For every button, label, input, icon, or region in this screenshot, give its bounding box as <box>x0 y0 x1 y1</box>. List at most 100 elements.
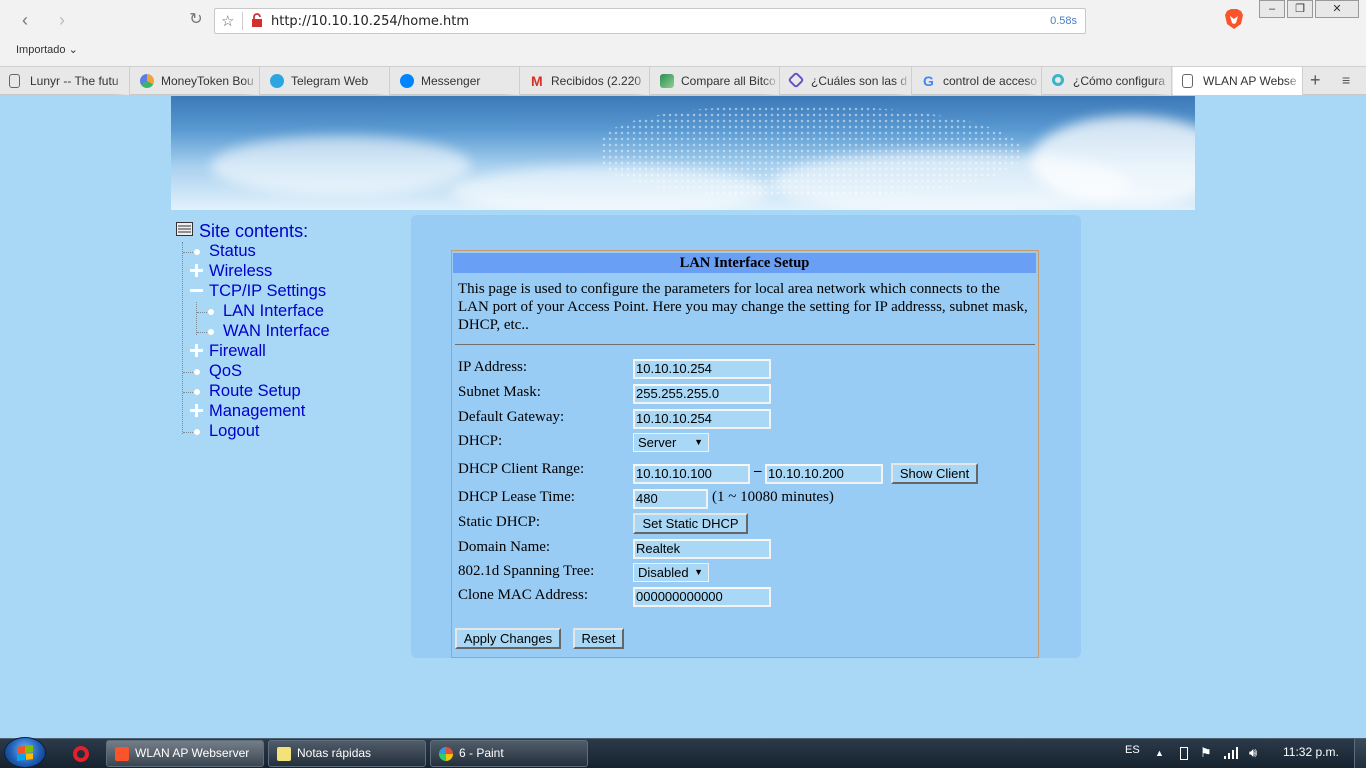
minimize-window-button[interactable]: – <box>1259 0 1285 18</box>
telegram-icon <box>270 74 284 88</box>
volume-icon[interactable]: 🔊︎ <box>1249 745 1257 761</box>
site-contents-icon <box>176 222 193 236</box>
dhcp-label: DHCP: <box>458 433 503 449</box>
tab-label: Messenger <box>421 74 481 88</box>
forward-button[interactable]: › <box>52 10 72 30</box>
ip-address-input[interactable]: 10.10.10.254 <box>633 359 771 379</box>
tab-label: Lunyr -- The futu <box>30 74 119 88</box>
start-button[interactable] <box>4 737 46 768</box>
bullet-icon <box>194 369 200 375</box>
show-hidden-icons-icon[interactable]: ▲ <box>1155 748 1164 758</box>
tab-wlan-ap-webserver[interactable]: WLAN AP Webse <box>1173 67 1303 95</box>
taskbar-item-label: 6 - Paint <box>459 746 504 760</box>
action-center-flag-icon[interactable]: ⚑ <box>1200 745 1212 761</box>
dhcp-range-end-input[interactable]: 10.10.10.200 <box>765 464 883 484</box>
load-time: 0.58s <box>1050 15 1077 27</box>
tab-google-search[interactable]: G control de acceso <box>913 67 1042 95</box>
collapse-minus-icon[interactable] <box>190 284 203 297</box>
page-icon <box>9 74 20 88</box>
tplink-icon <box>1052 74 1064 86</box>
bookmark-folder-importado[interactable]: Importado ⌄ <box>16 43 78 56</box>
taskbar-item-paint[interactable]: 6 - Paint <box>430 740 588 767</box>
restore-window-button[interactable]: ❐ <box>1287 0 1313 18</box>
spanning-tree-label: 802.1d Spanning Tree: <box>458 563 595 579</box>
sidebar-item-lan-interface[interactable]: LAN Interface <box>223 302 324 321</box>
dhcp-client-range-label: DHCP Client Range: <box>458 461 585 477</box>
address-separator <box>242 12 243 30</box>
messenger-icon <box>400 74 414 88</box>
dhcp-lease-time-input[interactable]: 480 <box>633 489 708 509</box>
tab-lunyr[interactable]: Lunyr -- The futu <box>0 67 130 95</box>
spanning-tree-select[interactable]: Disabled ▼ <box>633 563 709 582</box>
router-banner-image <box>171 96 1195 210</box>
tab-compare-bitcoin[interactable]: Compare all Bitco <box>651 67 780 95</box>
static-dhcp-label: Static DHCP: <box>458 514 541 530</box>
address-bar[interactable]: ☆ http://10.10.10.254/home.htm 0.58s <box>214 8 1086 34</box>
sidebar-item-qos[interactable]: QoS <box>209 362 242 381</box>
chart-icon <box>660 74 674 88</box>
tab-label: control de acceso <box>943 74 1038 88</box>
sidebar-item-status[interactable]: Status <box>209 242 256 261</box>
battery-icon[interactable] <box>1180 747 1188 760</box>
sidebar-item-route-setup[interactable]: Route Setup <box>209 382 301 401</box>
paint-icon <box>439 747 453 761</box>
insecure-lock-icon[interactable] <box>251 13 263 27</box>
ip-address-label: IP Address: <box>458 359 528 375</box>
tab-label: Compare all Bitco <box>681 74 776 88</box>
sidebar-item-tcpip-settings[interactable]: TCP/IP Settings <box>209 282 326 301</box>
network-signal-icon[interactable] <box>1224 747 1238 759</box>
expand-plus-icon[interactable] <box>190 264 203 277</box>
clone-mac-input[interactable]: 000000000000 <box>633 587 771 607</box>
brave-icon <box>115 747 129 761</box>
dhcp-range-start-input[interactable]: 10.10.10.100 <box>633 464 750 484</box>
sidebar-item-firewall[interactable]: Firewall <box>209 342 266 361</box>
default-gateway-input[interactable]: 10.10.10.254 <box>633 409 771 429</box>
taskbar-item-notas-rapidas[interactable]: Notas rápidas <box>268 740 426 767</box>
sidebar-item-wan-interface[interactable]: WAN Interface <box>223 322 330 341</box>
set-static-dhcp-button[interactable]: Set Static DHCP <box>633 513 748 534</box>
subnet-mask-input[interactable]: 255.255.255.0 <box>633 384 771 404</box>
taskbar-item-wlan-ap-webserver[interactable]: WLAN AP Webserver <box>106 740 264 767</box>
tab-moneytoken[interactable]: MoneyToken Bou <box>131 67 260 95</box>
expand-plus-icon[interactable] <box>190 344 203 357</box>
brave-lion-icon[interactable] <box>1224 8 1244 30</box>
page-icon <box>1182 74 1193 88</box>
dhcp-select[interactable]: Server ▼ <box>633 433 709 452</box>
opera-icon[interactable] <box>73 746 89 762</box>
tab-label: ¿Cuáles son las d <box>811 74 908 88</box>
reload-icon[interactable]: ↻ <box>186 10 206 30</box>
show-client-button[interactable]: Show Client <box>891 463 978 484</box>
bullet-icon <box>194 389 200 395</box>
lease-time-unit: (1 ~ 10080 minutes) <box>712 489 834 505</box>
show-desktop-button[interactable] <box>1354 739 1366 768</box>
clock[interactable]: 11:32 p.m. <box>1283 745 1339 759</box>
tab-como-configurar[interactable]: ¿Cómo configura <box>1043 67 1172 95</box>
taskbar-item-label: Notas rápidas <box>297 746 372 760</box>
back-button[interactable]: ‹ <box>15 10 35 30</box>
domain-name-input[interactable]: Realtek <box>633 539 771 559</box>
sidebar-item-logout[interactable]: Logout <box>209 422 259 441</box>
language-indicator[interactable]: ES <box>1125 744 1140 756</box>
tab-gmail[interactable]: M Recibidos (2.220 <box>521 67 650 95</box>
tab-messenger[interactable]: Messenger <box>391 67 520 95</box>
tab-strip: Lunyr -- The futu MoneyToken Bou Telegra… <box>0 66 1366 95</box>
spanning-tree-select-value: Disabled <box>638 565 689 580</box>
new-tab-plus-icon[interactable]: + <box>1310 70 1321 91</box>
url-text[interactable]: http://10.10.10.254/home.htm <box>271 14 469 29</box>
cube-icon <box>787 71 805 89</box>
tab-list-menu-icon[interactable]: ≡ <box>1342 72 1350 88</box>
tab-telegram[interactable]: Telegram Web <box>261 67 390 95</box>
reset-button[interactable]: Reset <box>573 628 624 649</box>
dhcp-select-value: Server <box>638 435 677 450</box>
domain-name-label: Domain Name: <box>458 539 551 555</box>
tab-label: MoneyToken Bou <box>161 74 254 88</box>
sidebar-item-management[interactable]: Management <box>209 402 305 421</box>
sticky-notes-icon <box>277 747 291 761</box>
expand-plus-icon[interactable] <box>190 404 203 417</box>
taskbar-item-label: WLAN AP Webserver <box>135 746 250 760</box>
sidebar-item-wireless[interactable]: Wireless <box>209 262 272 281</box>
apply-changes-button[interactable]: Apply Changes <box>455 628 561 649</box>
bookmark-star-icon[interactable]: ☆ <box>221 12 234 30</box>
tab-cuales-son[interactable]: ¿Cuáles son las d <box>781 67 912 95</box>
close-window-button[interactable]: ✕ <box>1315 0 1359 18</box>
